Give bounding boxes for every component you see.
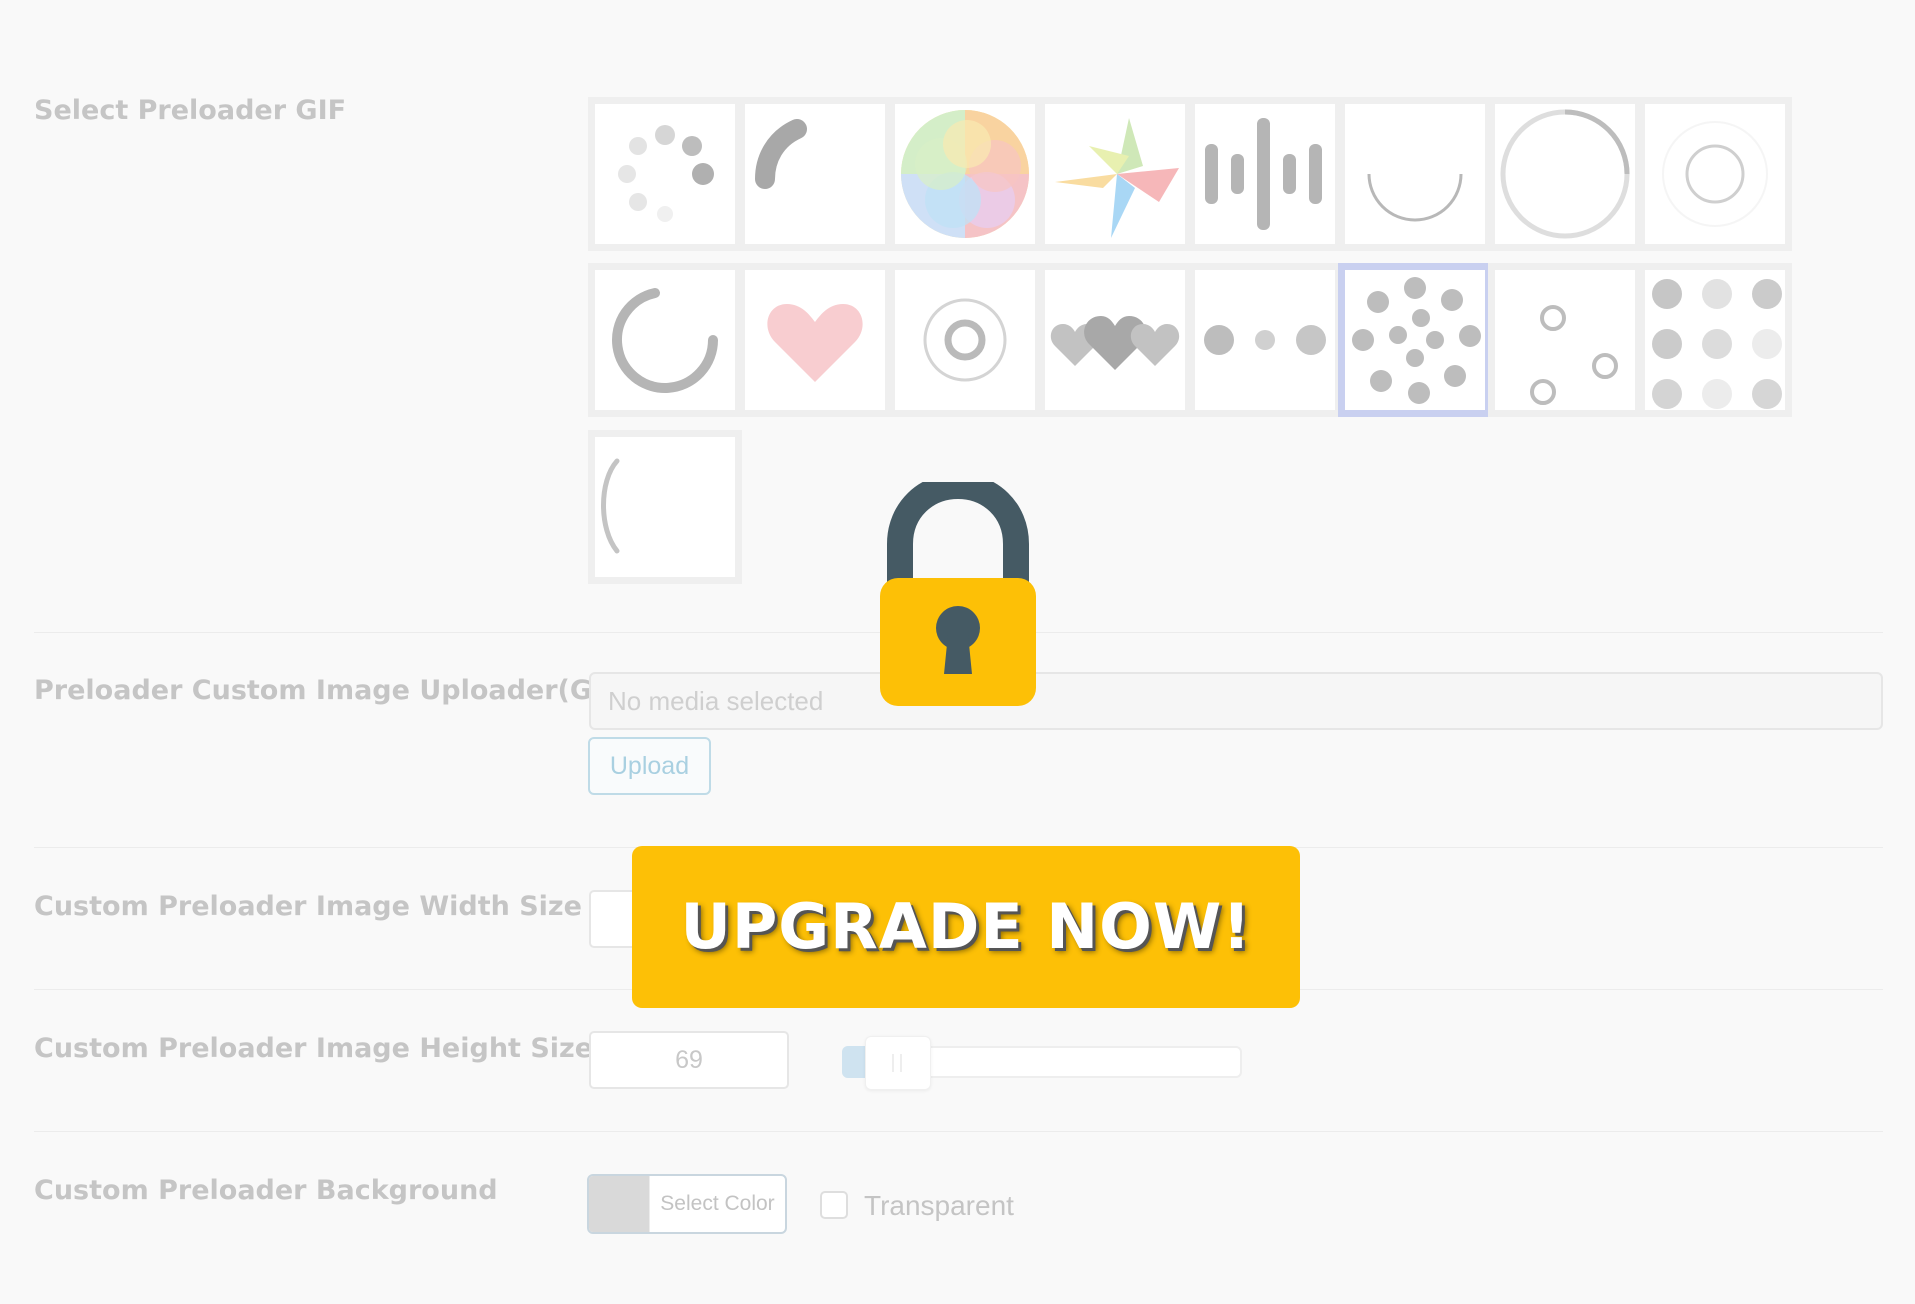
quarter-arc-icon	[601, 458, 620, 554]
gif-option-audio-bars[interactable]	[1188, 97, 1342, 251]
select-color-label: Select Color	[649, 1176, 785, 1232]
gif-option-dot-grid[interactable]	[1638, 263, 1792, 417]
gif-option-thin-arc[interactable]	[1338, 97, 1492, 251]
padlock-icon	[880, 482, 1036, 706]
thick-arc-spinner-icon	[612, 288, 718, 393]
media-path-field[interactable]: No media selected	[589, 672, 1883, 730]
dot-grid-icon	[1652, 279, 1782, 409]
scattered-dots-icon	[1352, 277, 1481, 404]
select-color-button[interactable]: Select Color	[587, 1174, 787, 1234]
gif-option-arc[interactable]	[738, 97, 892, 251]
gif-option-ring[interactable]	[1488, 97, 1642, 251]
gif-option-three-dots[interactable]	[1188, 263, 1342, 417]
background-label: Custom Preloader Background	[34, 1175, 498, 1206]
select-preloader-gif-label: Select Preloader GIF	[34, 95, 347, 126]
pinwheel-icon	[1055, 118, 1179, 238]
gif-option-three-hearts[interactable]	[1038, 263, 1192, 417]
width-size-label: Custom Preloader Image Width Size	[34, 891, 582, 922]
gif-option-heart[interactable]	[738, 263, 892, 417]
pastel-color-wheel-icon	[901, 110, 1029, 238]
color-swatch	[589, 1176, 649, 1232]
gif-option-quarter-arc[interactable]	[588, 430, 742, 584]
three-hearts-icon	[1050, 316, 1180, 370]
pulse-ring-icon	[1662, 121, 1768, 227]
gif-option-thick-arc[interactable]	[588, 263, 742, 417]
gif-option-bouncing-rings[interactable]	[1488, 263, 1642, 417]
bouncing-rings-icon	[1530, 305, 1618, 405]
gif-option-scattered-dots[interactable]	[1338, 263, 1492, 417]
arc-spinner-icon	[755, 119, 807, 189]
custom-uploader-label: Preloader Custom Image Uploader(GIF)	[34, 675, 633, 706]
height-size-label: Custom Preloader Image Height Size	[34, 1033, 594, 1064]
gif-option-pinwheel[interactable]	[1038, 97, 1192, 251]
concentric-rings-icon	[923, 298, 1007, 382]
upload-button[interactable]: Upload	[588, 737, 711, 795]
gif-option-dots-circle[interactable]	[588, 97, 742, 251]
dots-circle-spinner-icon	[618, 125, 714, 222]
gif-option-pulse-ring[interactable]	[1638, 97, 1792, 251]
heart-icon	[767, 304, 863, 382]
thin-arc-spinner-icon	[1367, 173, 1463, 222]
gif-option-concentric-rings[interactable]	[888, 263, 1042, 417]
height-slider-handle[interactable]	[865, 1036, 931, 1090]
height-size-input[interactable]: 69	[589, 1031, 789, 1089]
upgrade-now-button[interactable]: UPGRADE NOW!	[632, 846, 1300, 1008]
ring-spinner-icon	[1500, 109, 1630, 239]
gif-option-color-wheel[interactable]	[888, 97, 1042, 251]
three-dots-icon	[1204, 325, 1326, 355]
transparent-label: Transparent	[864, 1190, 1014, 1221]
section-divider	[34, 1131, 1883, 1132]
audio-bars-icon	[1205, 118, 1322, 230]
transparent-checkbox[interactable]	[820, 1191, 848, 1219]
